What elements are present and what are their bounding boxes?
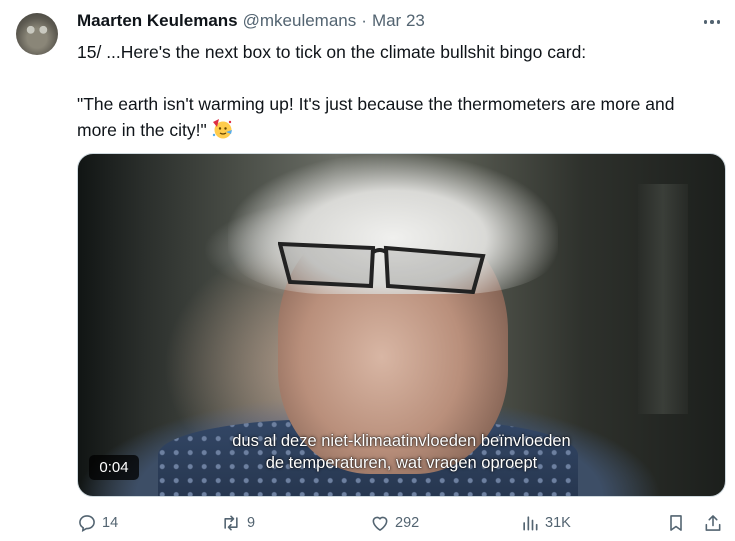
tweet-header: Maarten Keulemans @mkeulemans · Mar 23 [77, 10, 425, 32]
share-icon [705, 515, 721, 531]
tweet-text: 15/ ...Here's the next box to tick on th… [77, 39, 717, 147]
repost-count: 9 [247, 515, 256, 531]
share-button[interactable] [703, 509, 723, 537]
repost-icon [224, 515, 238, 531]
bookmark-icon [670, 515, 682, 531]
views-button[interactable]: 31K [520, 509, 571, 537]
subtitle-line-2: de temperaturen, wat vragen oproept [265, 454, 538, 472]
bookmark-button[interactable] [666, 509, 686, 537]
reply-button[interactable]: 14 [77, 509, 118, 537]
reply-icon [79, 515, 95, 532]
tweet-date[interactable]: Mar 23 [372, 11, 425, 31]
tweet-line-2: "The earth isn't warming up! It's just b… [77, 91, 717, 147]
author-name[interactable]: Maarten Keulemans [77, 11, 238, 31]
action-bar: 14 9 292 31K [77, 509, 727, 537]
tweet-line-1: 15/ ...Here's the next box to tick on th… [77, 42, 587, 62]
separator: · [361, 11, 367, 30]
video-subtitle: dus al deze niet-klimaatinvloeden beïnvl… [78, 430, 725, 474]
avatar[interactable] [16, 13, 58, 55]
author-handle[interactable]: @mkeulemans [243, 11, 357, 31]
analytics-icon [523, 516, 538, 531]
view-count: 31K [545, 515, 571, 531]
reply-count: 14 [102, 515, 119, 531]
like-count: 292 [395, 515, 420, 531]
video-timestamp: 0:04 [89, 455, 139, 480]
partying-face-icon [211, 118, 233, 147]
video-player[interactable]: dus al deze niet-klimaatinvloeden beïnvl… [77, 153, 726, 497]
like-button[interactable]: 292 [370, 509, 419, 537]
repost-button[interactable]: 9 [220, 509, 255, 537]
tweet-quote: "The earth isn't warming up! It's just b… [77, 94, 675, 140]
subtitle-line-1: dus al deze niet-klimaatinvloeden beïnvl… [232, 432, 571, 450]
heart-icon [372, 516, 388, 531]
glasses-graphic [278, 241, 486, 294]
background-window [638, 184, 688, 414]
more-options-icon[interactable] [700, 12, 724, 32]
